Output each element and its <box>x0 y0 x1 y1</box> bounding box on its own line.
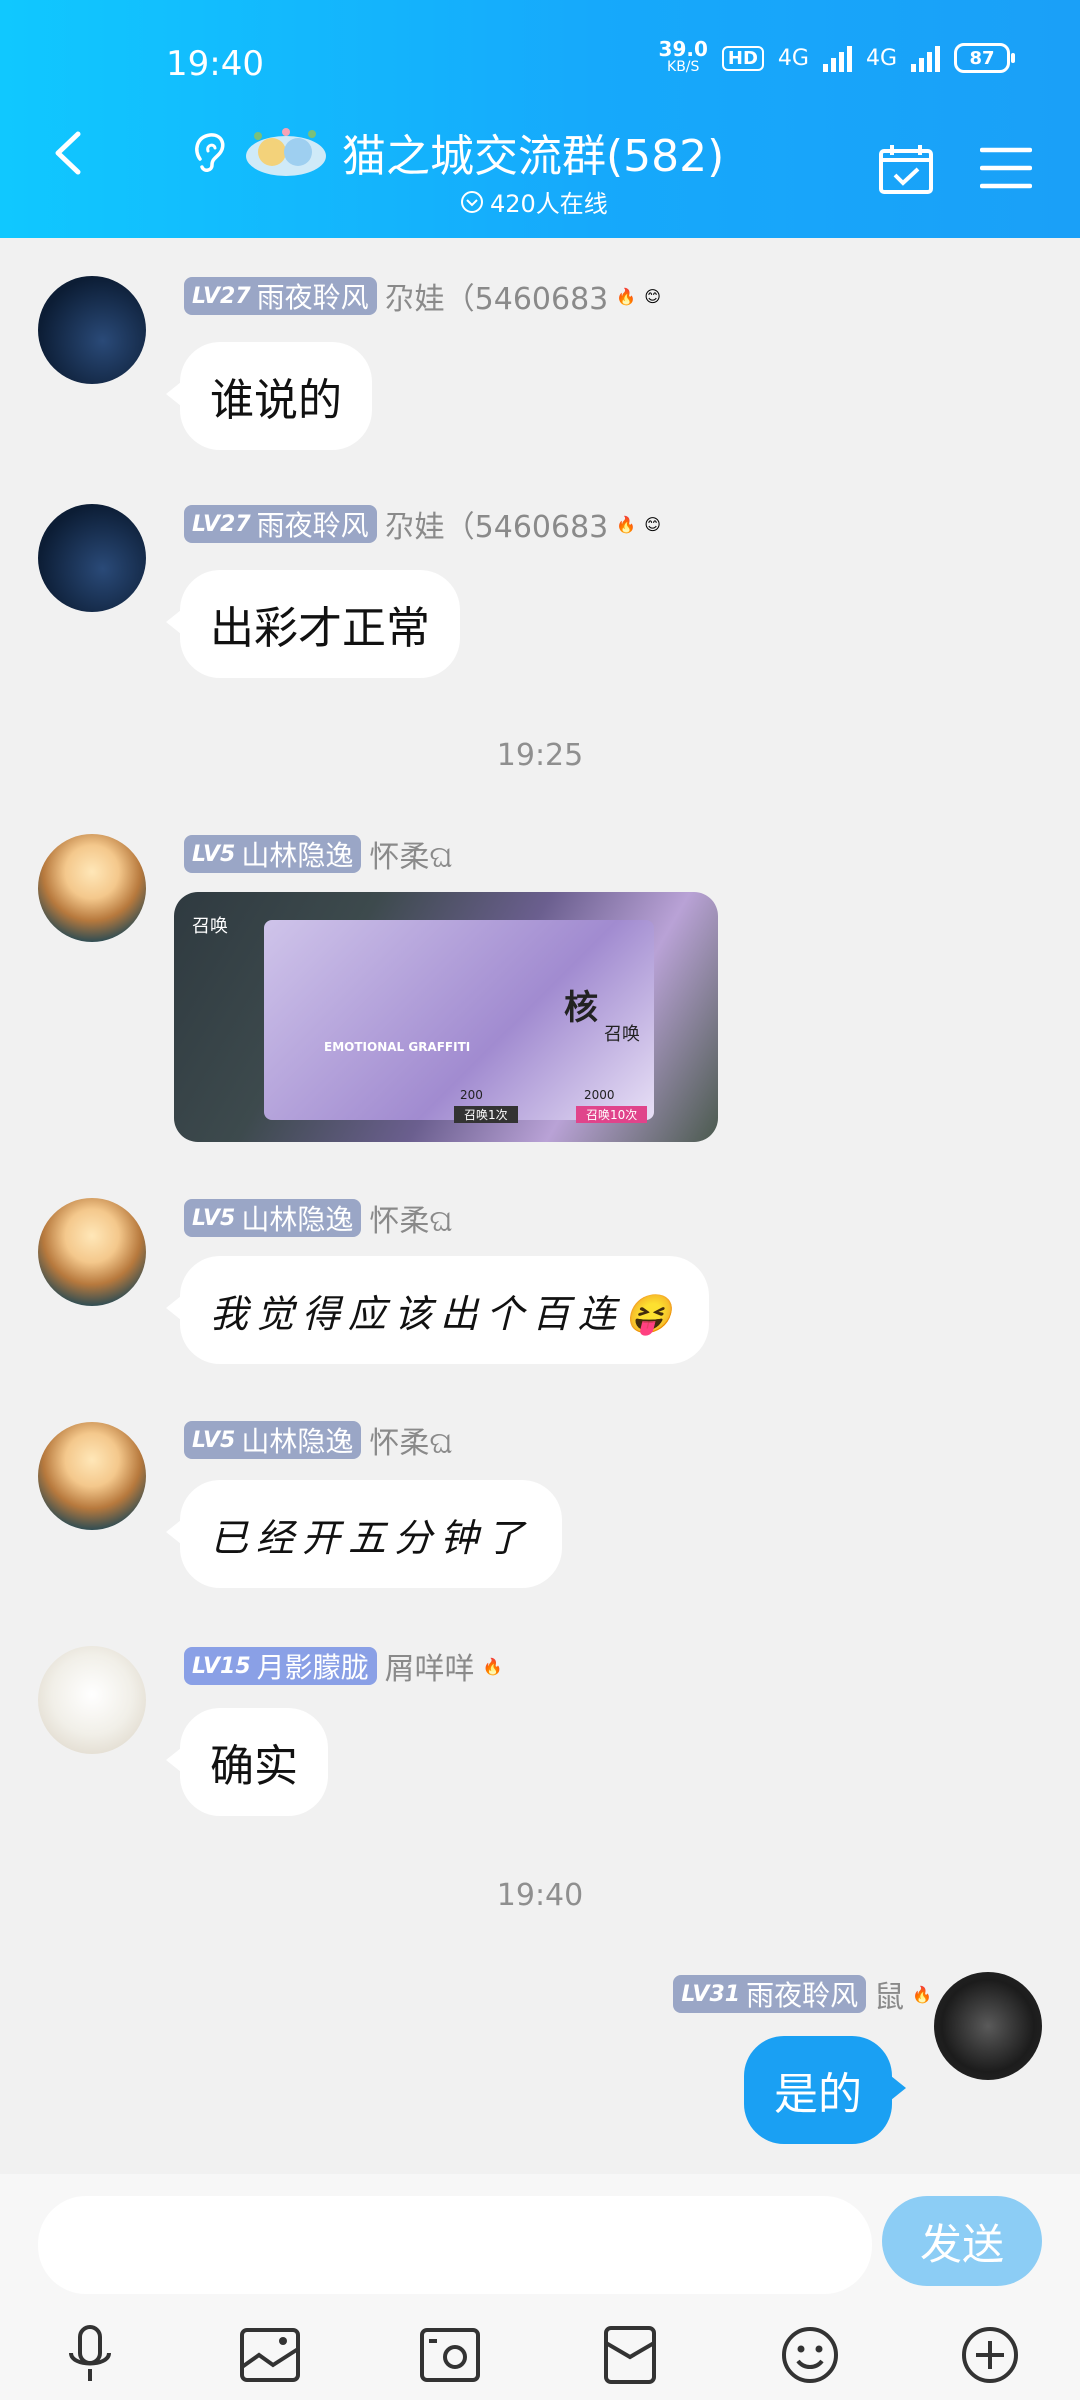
sender-nickname[interactable]: 鼠 <box>874 1972 904 2016</box>
network-type-2: 4G <box>865 45 897 71</box>
hd-icon: HD <box>721 45 764 71</box>
timestamp: 19:25 <box>496 738 584 773</box>
sender-nickname[interactable]: 怀柔ଘ <box>369 1418 452 1462</box>
microphone-icon[interactable] <box>57 2322 123 2388</box>
ear-icon <box>195 133 225 172</box>
image-icon[interactable] <box>237 2322 303 2388</box>
level-badge: LV5 山林隐逸 <box>184 1421 362 1459</box>
input-bar: 发送 <box>0 2174 1080 2400</box>
avatar[interactable] <box>934 1972 1042 2080</box>
smile-badge-icon: 😊 <box>644 286 661 306</box>
network-speed: 39.0 KB/S <box>658 37 708 75</box>
fire-icon: 🔥 <box>616 514 637 534</box>
fire-icon: 🔥 <box>912 1984 932 2004</box>
signal-icon-2 <box>911 44 940 72</box>
send-button[interactable]: 发送 <box>882 2196 1042 2286</box>
online-count[interactable]: 420人在线 <box>460 184 608 219</box>
group-title-area[interactable]: 猫之城交流群(582) <box>190 120 750 184</box>
level-badge: LV5 山林隐逸 <box>184 1199 362 1237</box>
sender-nickname[interactable]: 怀柔ଘ <box>369 832 452 876</box>
level-badge: LV5 山林隐逸 <box>184 835 362 873</box>
avatar[interactable] <box>38 1198 146 1306</box>
group-avatar-icon <box>246 128 326 176</box>
fire-icon: 🔥 <box>616 286 637 306</box>
status-time: 19:40 <box>166 44 264 84</box>
sender-meta: LV5 山林隐逸 怀柔ଘ <box>184 1418 453 1462</box>
image-message[interactable]: 召唤 EMOTIONAL GRAFFITI 核 召唤 200 2000 召唤1次… <box>174 892 718 1142</box>
sender-nickname[interactable]: 怀柔ଘ <box>369 1196 452 1240</box>
avatar[interactable] <box>38 276 146 384</box>
sender-meta: LV5 山林隐逸 怀柔ଘ <box>184 832 453 876</box>
message-bubble[interactable]: 确实 <box>166 1708 328 1816</box>
sender-nickname[interactable]: 尕娃（5460683 <box>385 502 609 546</box>
input-toolbar <box>0 2322 1080 2388</box>
sender-meta: LV5 山林隐逸 怀柔ଘ <box>184 1196 453 1240</box>
chat-header: 19:40 39.0KB/S HD 4G 4G 87 猫之城交流群(582) <box>0 0 1080 238</box>
sender-meta: LV27 雨夜聆风 尕娃（5460683 🔥 😊 <box>184 502 661 546</box>
emoji-icon[interactable] <box>777 2322 843 2388</box>
level-badge: LV27 雨夜聆风 <box>184 505 377 543</box>
red-packet-icon[interactable] <box>597 2322 663 2388</box>
avatar[interactable] <box>38 834 146 942</box>
battery-icon: 87 <box>954 43 1015 73</box>
back-arrow-icon[interactable] <box>46 130 92 176</box>
group-title: 猫之城交流群(582) <box>342 131 725 182</box>
message-bubble-self[interactable]: 是的 <box>744 2036 906 2144</box>
timestamp: 19:40 <box>496 1878 584 1913</box>
level-badge: LV15 月影朦胧 <box>184 1647 377 1685</box>
sender-nickname[interactable]: 尕娃（5460683 <box>385 274 609 318</box>
status-icons: 39.0 KB/S HD 4G 4G 87 <box>658 37 1015 76</box>
message-bubble[interactable]: 已经开五分钟了 <box>165 1480 563 1588</box>
sender-nickname[interactable]: 屑咩咩 <box>385 1644 475 1688</box>
smile-badge-icon: 😊 <box>644 514 661 534</box>
calendar-check-icon[interactable] <box>878 143 934 195</box>
fire-icon: 🔥 <box>482 1656 503 1676</box>
avatar[interactable] <box>38 1422 146 1530</box>
message-bubble[interactable]: 我觉得应该出个百连😝 <box>165 1256 710 1364</box>
avatar[interactable] <box>38 1646 146 1754</box>
network-type-1: 4G <box>777 45 809 71</box>
level-badge: LV31 雨夜聆风 <box>673 1975 867 2013</box>
game-screenshot: 召唤 EMOTIONAL GRAFFITI 核 召唤 200 2000 召唤1次… <box>192 916 654 1123</box>
menu-icon[interactable] <box>980 146 1032 190</box>
sender-meta: LV27 雨夜聆风 尕娃（5460683 🔥 😊 <box>184 274 661 318</box>
chevron-down-circle-icon <box>461 190 483 213</box>
signal-icon <box>822 44 852 72</box>
message-input[interactable] <box>38 2196 872 2294</box>
message-bubble[interactable]: 出彩才正常 <box>166 570 460 678</box>
sender-meta: LV31 雨夜聆风 鼠 🔥 <box>673 1972 932 2016</box>
sender-meta: LV15 月影朦胧 屑咩咩 🔥 <box>184 1644 503 1688</box>
message-bubble[interactable]: 谁说的 <box>166 342 372 450</box>
camera-icon[interactable] <box>417 2322 483 2388</box>
plus-icon[interactable] <box>957 2322 1023 2388</box>
level-badge: LV27 雨夜聆风 <box>184 277 377 315</box>
avatar[interactable] <box>38 504 146 612</box>
